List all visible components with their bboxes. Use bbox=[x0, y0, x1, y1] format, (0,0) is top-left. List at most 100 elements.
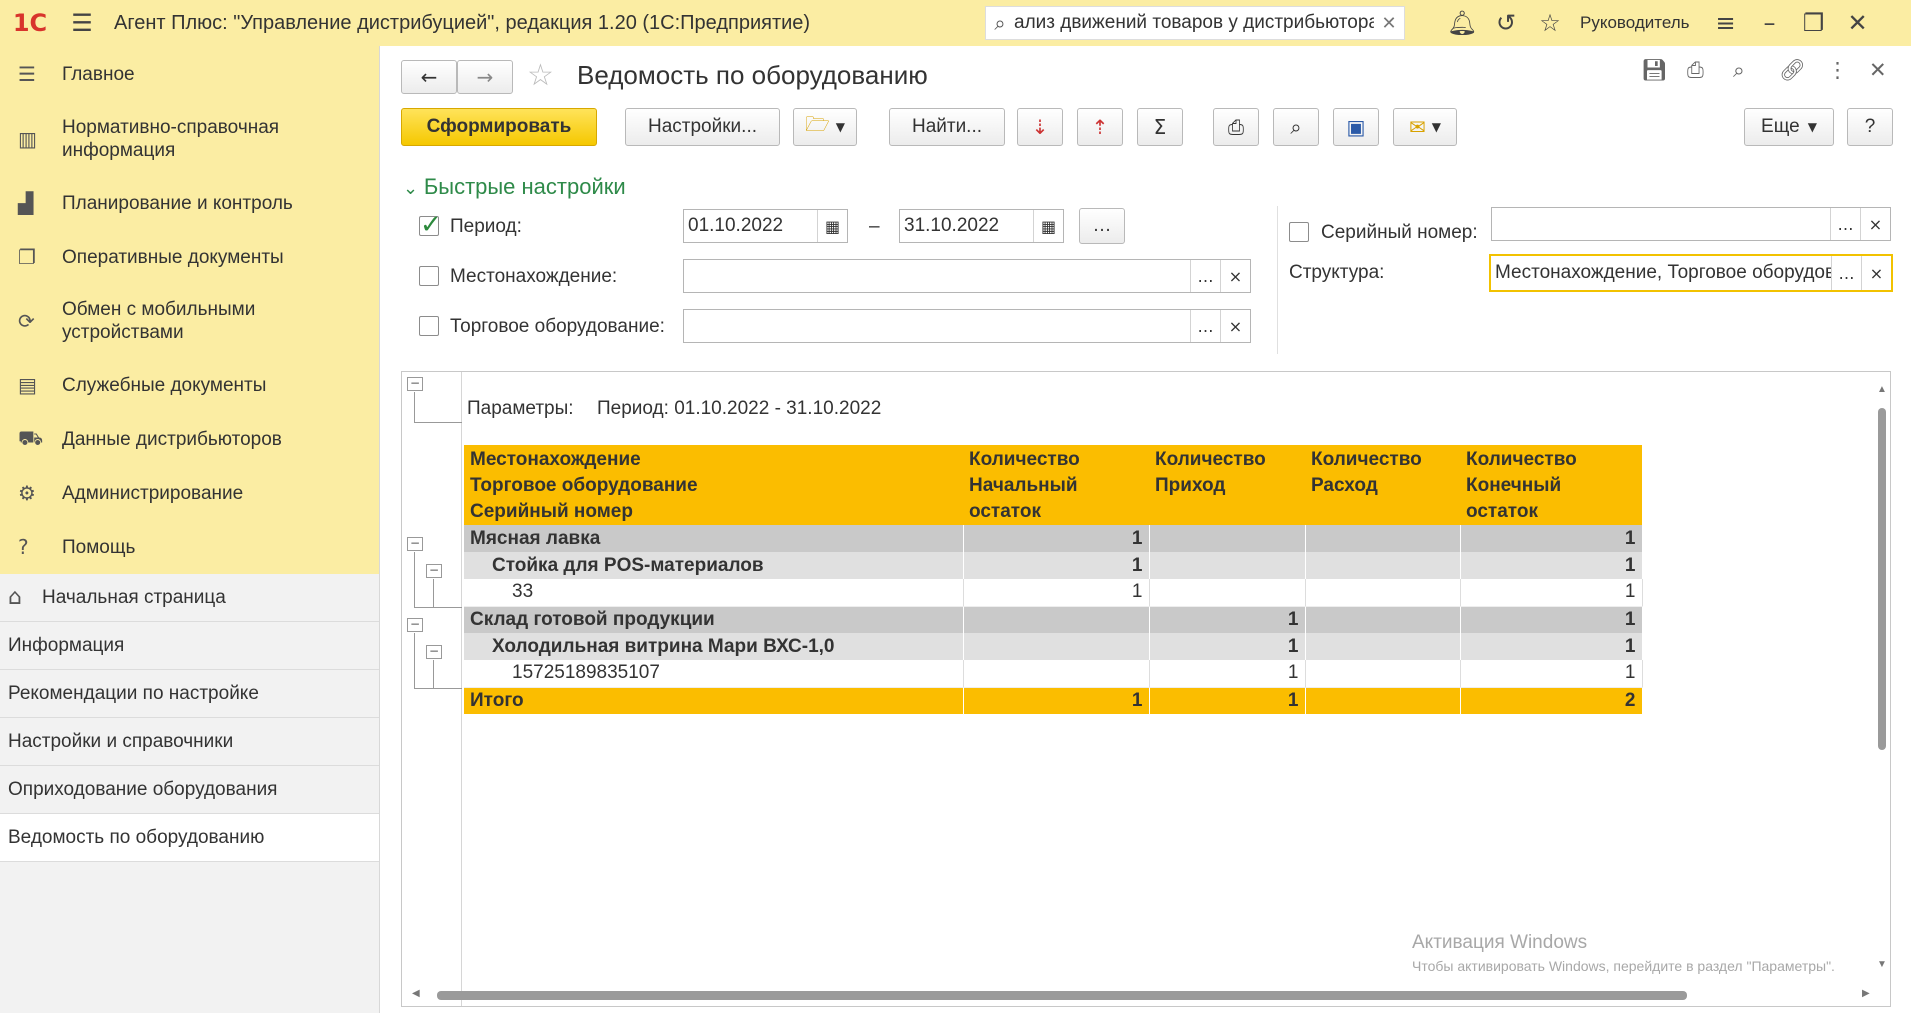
scroll-right-icon[interactable]: ▶ bbox=[1862, 988, 1870, 999]
select-icon[interactable]: … bbox=[1831, 256, 1861, 290]
star-icon[interactable]: ☆ bbox=[1528, 0, 1572, 46]
total-row[interactable]: Итого 1 1 2 bbox=[464, 687, 1643, 714]
preview-button[interactable]: ⌕ bbox=[1273, 108, 1319, 146]
back-button[interactable]: ← bbox=[401, 60, 457, 94]
open-item-recommendations[interactable]: Рекомендации по настройке bbox=[0, 670, 379, 718]
structure-field[interactable]: Местонахождение, Торговое оборудование …… bbox=[1489, 254, 1893, 292]
select-icon[interactable]: … bbox=[1190, 310, 1220, 342]
equipment-checkbox[interactable] bbox=[419, 316, 439, 336]
1c-logo-icon[interactable]: 1С bbox=[0, 0, 60, 46]
close-icon[interactable]: ✕ bbox=[1869, 58, 1887, 82]
calendar-icon[interactable]: ▦ bbox=[817, 210, 847, 242]
period-select-button[interactable]: … bbox=[1079, 208, 1125, 244]
generate-button[interactable]: Сформировать bbox=[401, 108, 597, 146]
scroll-up-icon[interactable]: ▲ bbox=[1876, 384, 1888, 395]
table-row[interactable]: Склад готовой продукции 1 1 bbox=[464, 606, 1643, 633]
period-from-field[interactable]: 01.10.2022 ▦ bbox=[683, 209, 848, 243]
collapse-group-icon[interactable]: − bbox=[407, 618, 423, 632]
collapse-subgroup-icon[interactable]: − bbox=[426, 564, 442, 578]
sidebar: ☰ Главное ▥ Нормативно-справочная информ… bbox=[0, 46, 380, 1013]
nav-item-operational-docs[interactable]: ❐ Оперативные документы bbox=[0, 230, 379, 284]
sort-desc-button[interactable]: ⇣ bbox=[1017, 108, 1063, 146]
period-to-field[interactable]: 31.10.2022 ▦ bbox=[899, 209, 1064, 243]
collapse-group-icon[interactable]: − bbox=[407, 537, 423, 551]
nav-item-planning[interactable]: ▟ Планирование и контроль bbox=[0, 176, 379, 230]
settings-button[interactable]: Настройки... bbox=[625, 108, 780, 146]
nav-item-service-docs[interactable]: ▤ Служебные документы bbox=[0, 358, 379, 412]
sort-asc-button[interactable]: ⇡ bbox=[1077, 108, 1123, 146]
close-window-icon[interactable]: ✕ bbox=[1836, 0, 1880, 46]
save-button[interactable]: ▣ bbox=[1333, 108, 1379, 146]
nav-item-help[interactable]: ? Помощь bbox=[0, 520, 379, 574]
search-value[interactable]: ализ движений товаров у дистрибьютора bbox=[1014, 12, 1374, 34]
documents-icon: ❐ bbox=[18, 245, 36, 269]
clear-icon[interactable]: × bbox=[1860, 208, 1890, 240]
period-checkbox[interactable] bbox=[419, 210, 442, 240]
more-vertical-icon[interactable]: ⋮ bbox=[1827, 58, 1848, 82]
link-icon[interactable]: 🔗︎ bbox=[1779, 58, 1806, 83]
table-row[interactable]: Холодильная витрина Мари ВХС-1,0 1 1 bbox=[464, 633, 1643, 660]
email-dropdown-button[interactable]: ✉ ▼ bbox=[1393, 108, 1457, 146]
search-input[interactable]: ⌕ ализ движений товаров у дистрибьютора … bbox=[985, 6, 1405, 40]
preview-icon[interactable]: ⌕ bbox=[1733, 58, 1745, 83]
hamburger-menu-icon[interactable]: ☰ bbox=[60, 0, 104, 46]
print-icon[interactable]: ⎙ bbox=[1687, 58, 1704, 83]
find-button[interactable]: Найти... bbox=[889, 108, 1005, 146]
horizontal-scrollbar[interactable]: ◀ ▶ bbox=[412, 988, 1882, 1002]
settings-lines-icon[interactable]: ≡ bbox=[1704, 0, 1748, 46]
table-row[interactable]: Стойка для POS-материалов 1 1 bbox=[464, 552, 1643, 579]
clear-icon[interactable]: × bbox=[1861, 256, 1891, 290]
favorite-star-icon[interactable]: ☆ bbox=[527, 58, 554, 93]
open-item-equipment-receipt[interactable]: Оприходование оборудования bbox=[0, 766, 379, 814]
tree-line bbox=[414, 552, 415, 607]
variant-dropdown-button[interactable]: 🗁︎ ▼ bbox=[793, 108, 857, 146]
restore-icon[interactable]: ❐ bbox=[1792, 0, 1836, 46]
table-row[interactable]: Мясная лавка 1 1 bbox=[464, 525, 1643, 552]
nav-item-main[interactable]: ☰ Главное bbox=[0, 46, 379, 102]
history-icon[interactable]: ↺ bbox=[1484, 0, 1528, 46]
location-checkbox[interactable] bbox=[419, 266, 439, 286]
scroll-thumb[interactable] bbox=[1878, 408, 1886, 750]
open-item-settings[interactable]: Настройки и справочники bbox=[0, 718, 379, 766]
scroll-thumb[interactable] bbox=[437, 991, 1687, 1000]
minimize-icon[interactable]: – bbox=[1748, 0, 1792, 46]
serial-checkbox[interactable] bbox=[1289, 222, 1309, 242]
nav-item-administration[interactable]: ⚙ Администрирование bbox=[0, 466, 379, 520]
serial-field[interactable]: … × bbox=[1491, 207, 1891, 241]
report-gutter: − − − − − bbox=[402, 372, 462, 1006]
header-grouping: Местонахождение Торговое оборудование Се… bbox=[464, 445, 963, 525]
report-area[interactable]: − − − − − Параметры: Период: 01.10.2022 … bbox=[401, 371, 1891, 1007]
vertical-scrollbar[interactable]: ▲ ▼ bbox=[1876, 384, 1888, 974]
scroll-down-icon[interactable]: ▼ bbox=[1876, 959, 1888, 970]
table-row[interactable]: 15725189835107 1 1 bbox=[464, 660, 1643, 688]
select-icon[interactable]: … bbox=[1190, 260, 1220, 292]
equipment-field[interactable]: … × bbox=[683, 309, 1251, 343]
nav-item-distributors[interactable]: ⛟ Данные дистрибьюторов bbox=[0, 412, 379, 466]
save-icon[interactable]: 💾︎ bbox=[1641, 58, 1668, 83]
help-button[interactable]: ? bbox=[1847, 108, 1893, 146]
nav-item-reference[interactable]: ▥ Нормативно-справочная информация bbox=[0, 102, 379, 176]
forward-button[interactable]: → bbox=[457, 60, 513, 94]
collapse-params-icon[interactable]: − bbox=[407, 377, 423, 391]
clear-icon[interactable]: × bbox=[1220, 310, 1250, 342]
table-row[interactable]: 33 1 1 bbox=[464, 579, 1643, 607]
location-field[interactable]: … × bbox=[683, 259, 1251, 293]
collapse-subgroup-icon[interactable]: − bbox=[426, 645, 442, 659]
envelope-icon: ✉ bbox=[1409, 115, 1426, 139]
open-item-home[interactable]: ⌂ Начальная страница bbox=[0, 574, 379, 622]
nav-item-mobile-exchange[interactable]: ⟳ Обмен с мобильными устройствами bbox=[0, 284, 379, 358]
scroll-left-icon[interactable]: ◀ bbox=[412, 988, 420, 999]
clear-search-icon[interactable]: ✕ bbox=[1374, 13, 1404, 34]
clear-icon[interactable]: × bbox=[1220, 260, 1250, 292]
quick-settings-toggle[interactable]: ⌄ Быстрые настройки bbox=[403, 174, 626, 200]
open-item-equipment-report[interactable]: Ведомость по оборудованию bbox=[0, 814, 379, 862]
user-name[interactable]: Руководитель bbox=[1580, 13, 1690, 33]
tree-line bbox=[414, 392, 415, 422]
calendar-icon[interactable]: ▦ bbox=[1033, 210, 1063, 242]
select-icon[interactable]: … bbox=[1830, 208, 1860, 240]
sum-button[interactable]: Σ bbox=[1137, 108, 1183, 146]
bell-icon[interactable]: 🔔︎ bbox=[1440, 0, 1484, 46]
open-item-info[interactable]: Информация bbox=[0, 622, 379, 670]
print-button[interactable]: ⎙ bbox=[1213, 108, 1259, 146]
more-button[interactable]: Еще ▼ bbox=[1744, 108, 1834, 146]
